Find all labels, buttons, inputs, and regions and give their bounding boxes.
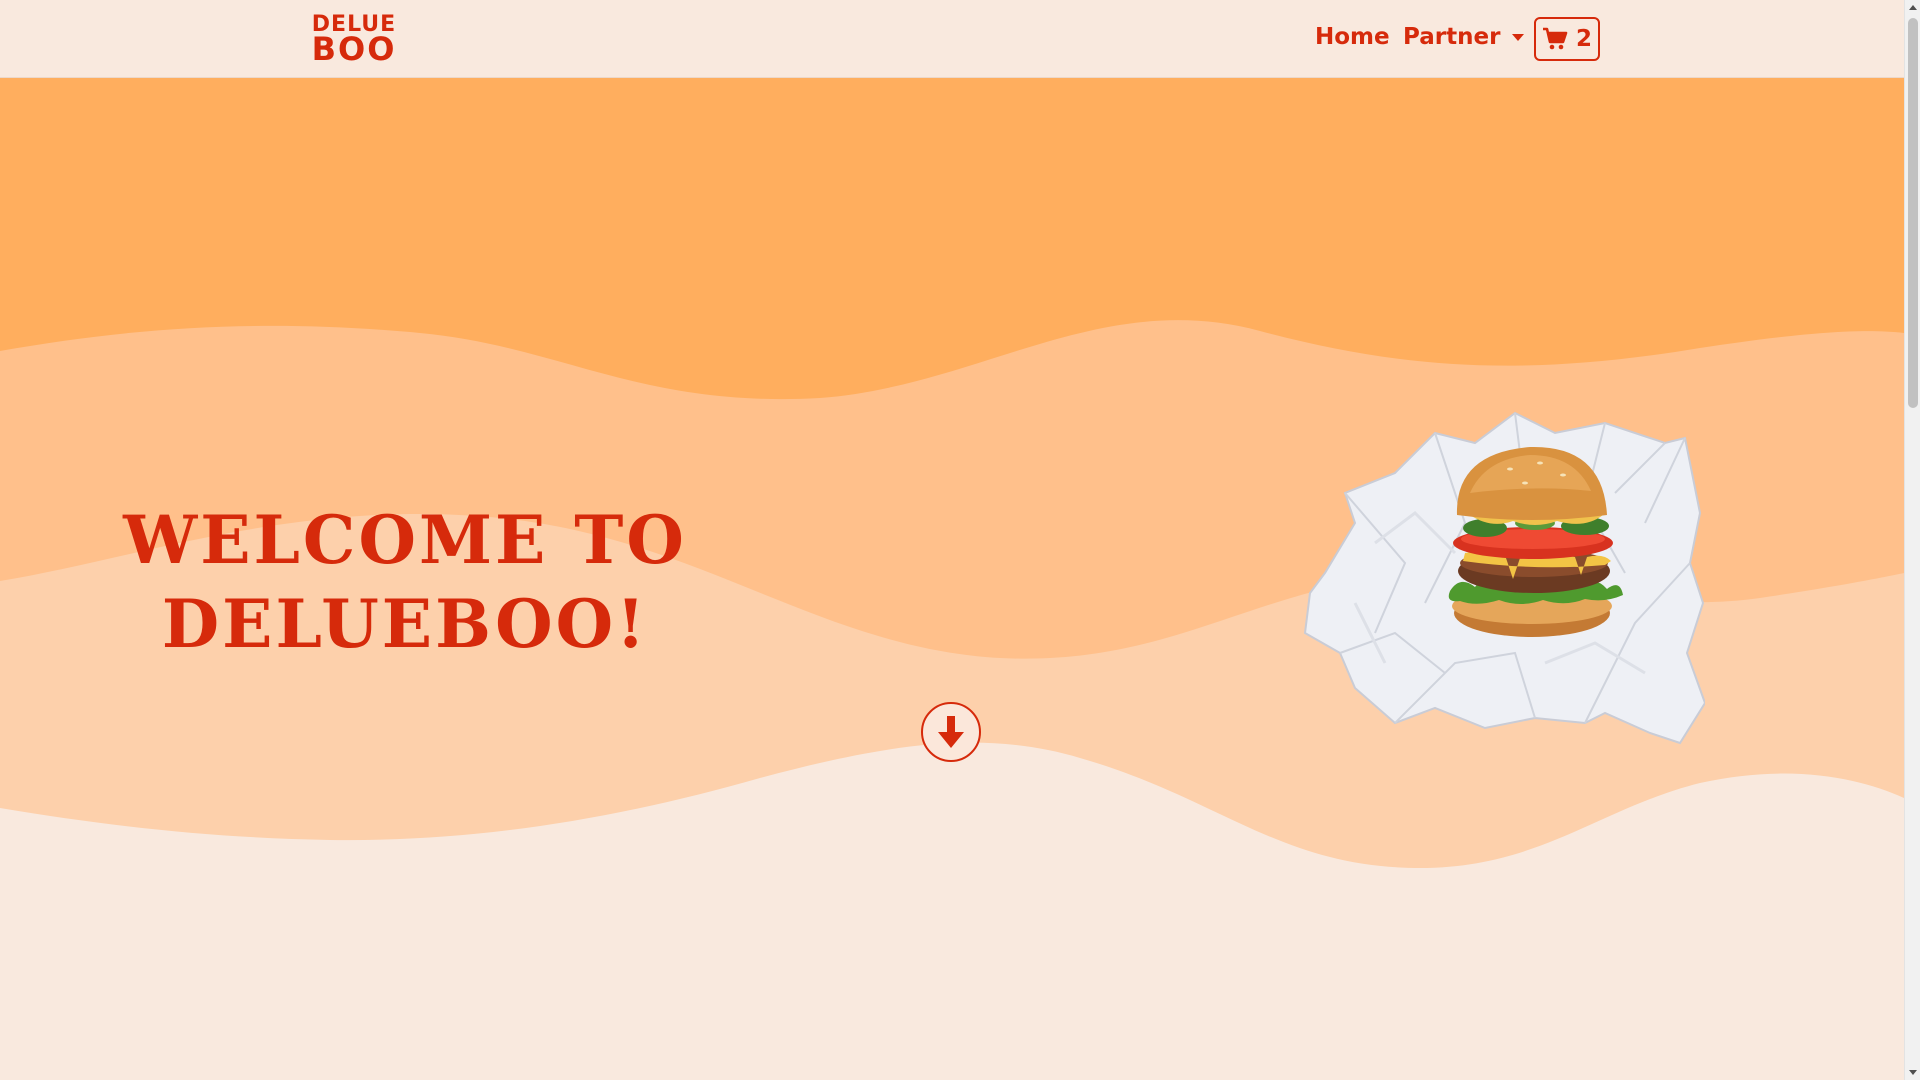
scrollbar-thumb[interactable] [1908,18,1918,408]
chevron-down-icon [1512,33,1525,41]
nav-home-link[interactable]: Home [1315,24,1390,50]
hero-title: Welcome to Delueboo! [100,498,710,666]
nav-partner-dropdown[interactable]: Partner [1403,24,1525,50]
scroll-down-button[interactable] [921,702,981,762]
cart-count: 2 [1575,26,1592,52]
arrow-down-icon [938,716,964,748]
logo-line-2: BOO [311,29,397,68]
hero-section: Welcome to Delueboo! [0,78,1904,1080]
navbar: DELUE BOO Home Partner 2 [0,0,1904,78]
scroll-up-arrow-icon[interactable] [1909,5,1917,10]
page-scrollbar[interactable] [1904,0,1920,1080]
nav-partner-label: Partner [1403,24,1501,50]
cart-icon [1542,27,1568,50]
burger-image [1303,411,1705,745]
scroll-down-arrow-icon[interactable] [1909,1070,1917,1075]
cart-button[interactable]: 2 [1534,17,1600,61]
brand-logo[interactable]: DELUE BOO [303,12,405,66]
hero-title-line-1: Welcome to [123,501,687,579]
hero-title-line-2: Delueboo! [161,585,649,663]
